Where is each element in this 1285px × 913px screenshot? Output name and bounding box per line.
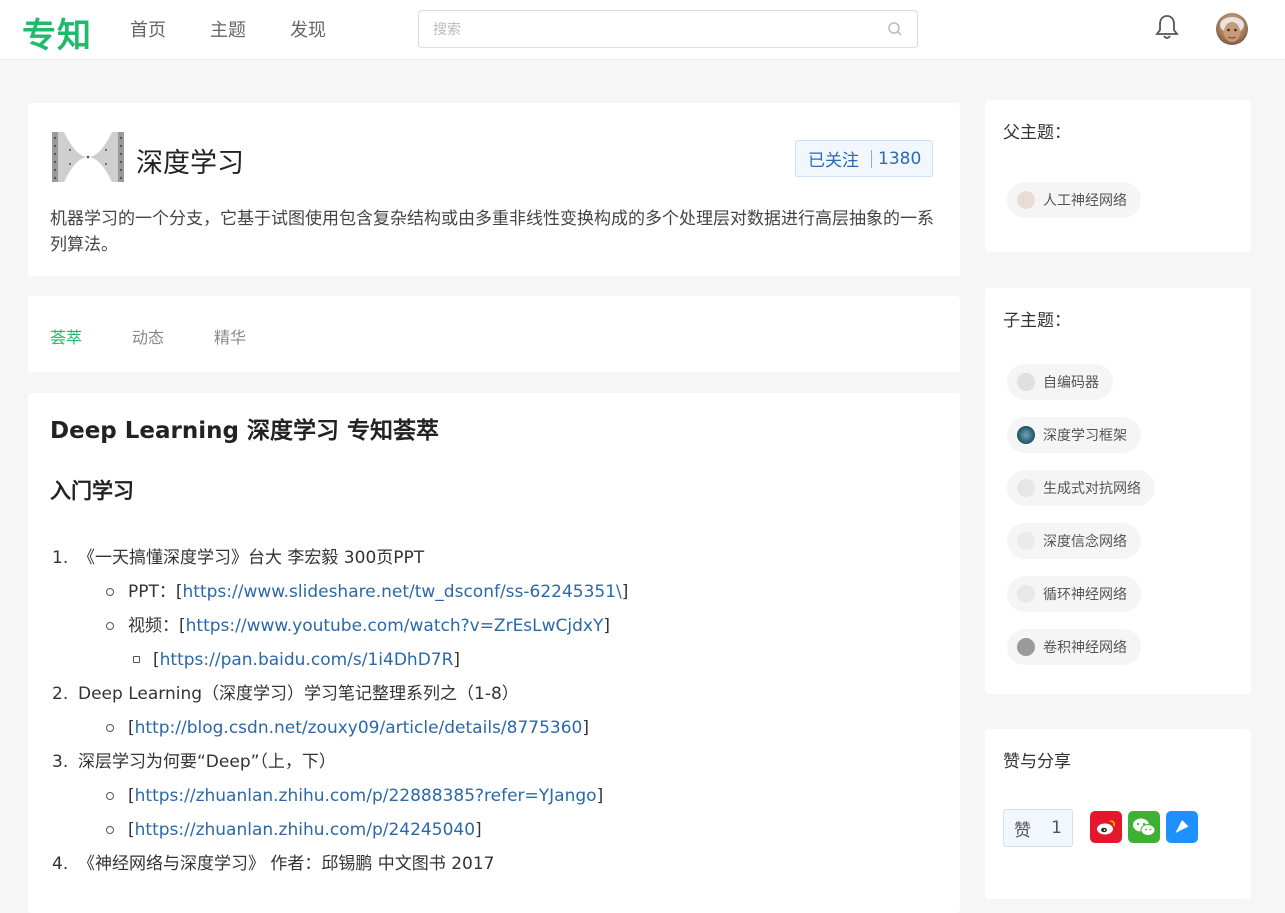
- list-subitem: PPT：[https://www.slideshare.net/tw_dscon…: [50, 575, 940, 609]
- like-share-card: 赞与分享 赞 1: [985, 729, 1251, 899]
- user-avatar[interactable]: [1216, 13, 1248, 45]
- topic-thumbnail-icon: [1017, 373, 1035, 391]
- like-label: 赞: [1014, 820, 1032, 841]
- parent-topic-title: 父主题：: [1003, 123, 1071, 143]
- topic-chip-dl-framework[interactable]: 深度学习框架: [1007, 417, 1141, 453]
- child-topic-card: 子主题： 自编码器 深度学习框架 生成式对抗网络 深度信念网络 循环神经网络 卷…: [985, 288, 1251, 694]
- resource-link[interactable]: https://www.slideshare.net/tw_dsconf/ss-…: [183, 582, 622, 602]
- bullet-circle-icon: [106, 792, 114, 800]
- like-count: 1: [1051, 818, 1062, 838]
- follow-divider: [871, 149, 872, 168]
- topic-chip-ann[interactable]: 人工神经网络: [1007, 182, 1141, 218]
- content-title: Deep Learning 深度学习 专知荟萃: [50, 418, 439, 444]
- list-item: 3. 深层学习为何要“Deep”（上，下）: [52, 752, 336, 772]
- search-input[interactable]: [433, 19, 873, 41]
- resource-link[interactable]: https://pan.baidu.com/s/1i4DhD7R: [160, 650, 454, 670]
- topic-thumbnail-icon: [1017, 191, 1035, 209]
- wechat-share-icon[interactable]: [1128, 811, 1160, 843]
- topic-chip-autoencoder[interactable]: 自编码器: [1007, 364, 1113, 400]
- search-icon[interactable]: [887, 21, 903, 37]
- top-bar: 专知 首页 主题 发现: [0, 0, 1285, 60]
- content-card: Deep Learning 深度学习 专知荟萃 入门学习 1. 《一天搞懂深度学习…: [28, 393, 960, 913]
- follow-label: 已关注: [808, 151, 859, 171]
- list-item: 4. 《神经网络与深度学习》 作者：邱锡鹏 中文图书 2017: [52, 854, 495, 874]
- topic-title: 深度学习: [136, 148, 244, 179]
- bullet-circle-icon: [106, 588, 114, 596]
- share-title: 赞与分享: [1003, 752, 1071, 772]
- nav-topics[interactable]: 主题: [210, 16, 246, 42]
- topic-description: 机器学习的一个分支，它基于试图使用包含复杂结构或由多重非线性变换构成的多个处理层…: [50, 209, 934, 255]
- topic-logo-icon: [50, 130, 126, 184]
- topic-chip-gan[interactable]: 生成式对抗网络: [1007, 470, 1155, 506]
- resource-link[interactable]: https://www.youtube.com/watch?v=ZrEsLwCj…: [186, 616, 604, 636]
- resource-link[interactable]: http://blog.csdn.net/zouxy09/article/det…: [135, 718, 583, 738]
- child-topic-title: 子主题：: [1003, 311, 1071, 331]
- tab-bar: 荟萃 动态 精华: [50, 324, 246, 348]
- follower-count: 1380: [878, 148, 922, 169]
- list-subitem: [https://pan.baidu.com/s/1i4DhD7R]: [50, 643, 940, 677]
- list-item: 1. 《一天搞懂深度学习》台大 李宏毅 300页PPT: [52, 548, 425, 568]
- qzone-share-icon[interactable]: [1166, 811, 1198, 843]
- topic-chip-dbn[interactable]: 深度信念网络: [1007, 523, 1141, 559]
- nav-home[interactable]: 首页: [130, 16, 166, 42]
- bullet-circle-icon: [106, 826, 114, 834]
- section-heading: 入门学习: [50, 479, 134, 503]
- search-box: [418, 10, 918, 48]
- topic-chip-rnn[interactable]: 循环神经网络: [1007, 576, 1141, 612]
- topic-thumbnail-icon: [1017, 479, 1035, 497]
- avatar-face-icon: [1220, 17, 1244, 42]
- tab-essence[interactable]: 精华: [214, 324, 246, 348]
- parent-topic-card: 父主题： 人工神经网络: [985, 100, 1251, 252]
- list-subitem: 视频：[https://www.youtube.com/watch?v=ZrEs…: [50, 609, 940, 643]
- resource-link[interactable]: https://zhuanlan.zhihu.com/p/22888385?re…: [135, 786, 597, 806]
- logo[interactable]: 专知: [22, 8, 92, 57]
- bullet-circle-icon: [106, 724, 114, 732]
- like-button[interactable]: 赞 1: [1003, 809, 1073, 847]
- notification-bell-icon[interactable]: [1154, 13, 1180, 41]
- topic-thumbnail-icon: [1017, 532, 1035, 550]
- topic-chip-cnn[interactable]: 卷积神经网络: [1007, 629, 1141, 665]
- nav-discover[interactable]: 发现: [290, 16, 326, 42]
- topic-thumbnail-icon: [1017, 426, 1035, 444]
- tab-highlights[interactable]: 荟萃: [50, 324, 82, 348]
- resource-list: 1. 《一天搞懂深度学习》台大 李宏毅 300页PPT PPT：[https://…: [50, 541, 940, 881]
- weibo-share-icon[interactable]: [1090, 811, 1122, 843]
- topic-thumbnail-icon: [1017, 585, 1035, 603]
- tab-card: 荟萃 动态 精华: [28, 296, 960, 372]
- main-nav: 首页 主题 发现: [130, 16, 326, 42]
- list-subitem: [https://zhuanlan.zhihu.com/p/24245040]: [50, 813, 940, 847]
- topic-thumbnail-icon: [1017, 638, 1035, 656]
- bullet-circle-icon: [106, 622, 114, 630]
- bullet-square-icon: [133, 656, 140, 663]
- resource-link[interactable]: https://zhuanlan.zhihu.com/p/24245040: [135, 820, 475, 840]
- list-item: 2. Deep Learning（深度学习）学习笔记整理系列之（1-8）: [52, 684, 519, 704]
- tab-activity[interactable]: 动态: [132, 324, 164, 348]
- follow-button[interactable]: 已关注 1380: [795, 140, 933, 177]
- list-subitem: [http://blog.csdn.net/zouxy09/article/de…: [50, 711, 940, 745]
- topic-header-card: 深度学习 已关注 1380 机器学习的一个分支，它基于试图使用包含复杂结构或由多…: [28, 103, 960, 276]
- list-subitem: [https://zhuanlan.zhihu.com/p/22888385?r…: [50, 779, 940, 813]
